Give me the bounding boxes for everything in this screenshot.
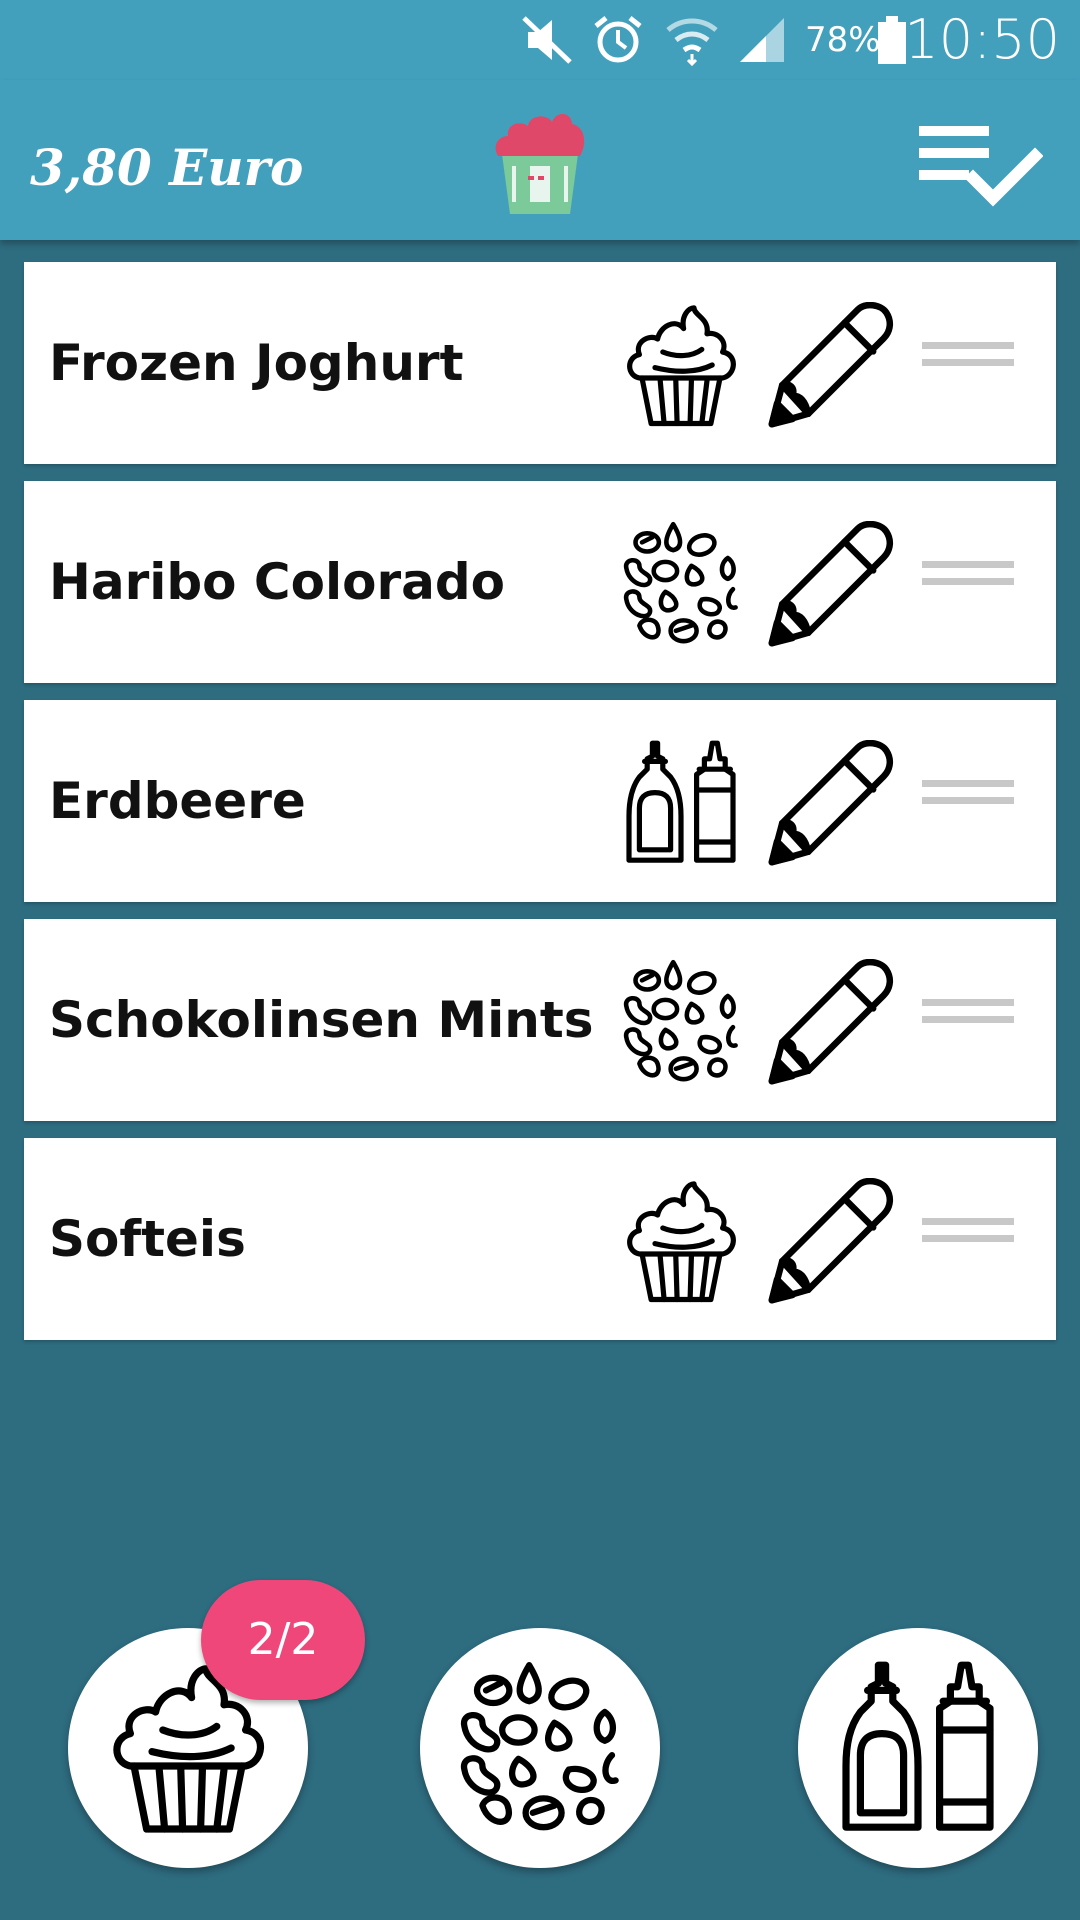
checklist-icon[interactable] xyxy=(915,120,1043,212)
sauce-category-button[interactable] xyxy=(798,1628,1038,1868)
toppings-icon xyxy=(616,519,746,649)
list-item[interactable]: Haribo Colorado xyxy=(24,481,1056,683)
pencil-icon[interactable] xyxy=(764,1178,894,1308)
pencil-icon[interactable] xyxy=(764,740,894,870)
sauce-bottles-icon xyxy=(616,738,746,868)
item-name: Frozen Joghurt xyxy=(49,334,464,392)
item-name: Haribo Colorado xyxy=(49,553,506,611)
toppings-category-button[interactable] xyxy=(420,1628,660,1868)
app-bar: 3,80 Euro xyxy=(0,80,1080,240)
list-item[interactable]: Erdbeere xyxy=(24,700,1056,902)
drag-handle[interactable] xyxy=(922,1218,1014,1262)
pencil-icon[interactable] xyxy=(764,959,894,1089)
frozen-yogurt-cup-logo xyxy=(495,113,585,214)
item-name: Schokolinsen Mints xyxy=(49,991,594,1049)
pencil-icon[interactable] xyxy=(764,302,894,432)
total-price: 3,80 Euro xyxy=(30,138,304,197)
signal-icon xyxy=(740,18,784,62)
list-item[interactable]: Schokolinsen Mints xyxy=(24,919,1056,1121)
toppings-icon xyxy=(450,1658,630,1838)
drag-handle[interactable] xyxy=(922,561,1014,605)
mute-icon xyxy=(522,16,572,64)
cupcake-icon xyxy=(616,1176,746,1306)
order-list: Frozen Joghurt Haribo Colorado Erdbeere … xyxy=(24,262,1056,1357)
status-bar: 78% 10:50 xyxy=(0,0,1080,80)
cupcake-count-badge: 2/2 xyxy=(201,1580,365,1700)
item-name: Softeis xyxy=(49,1210,246,1268)
drag-handle[interactable] xyxy=(922,999,1014,1043)
item-name: Erdbeere xyxy=(49,772,306,830)
clock: 10:50 xyxy=(904,8,1060,71)
toppings-icon xyxy=(616,957,746,1087)
list-item[interactable]: Frozen Joghurt xyxy=(24,262,1056,464)
battery-percent: 78% xyxy=(805,20,881,60)
wifi-icon xyxy=(666,18,718,66)
drag-handle[interactable] xyxy=(922,780,1014,824)
cupcake-icon xyxy=(616,300,746,430)
list-item[interactable]: Softeis xyxy=(24,1138,1056,1340)
battery-icon xyxy=(878,16,906,64)
sauce-bottles-icon xyxy=(828,1658,1008,1838)
drag-handle[interactable] xyxy=(922,342,1014,386)
alarm-icon xyxy=(594,16,642,63)
pencil-icon[interactable] xyxy=(764,521,894,651)
